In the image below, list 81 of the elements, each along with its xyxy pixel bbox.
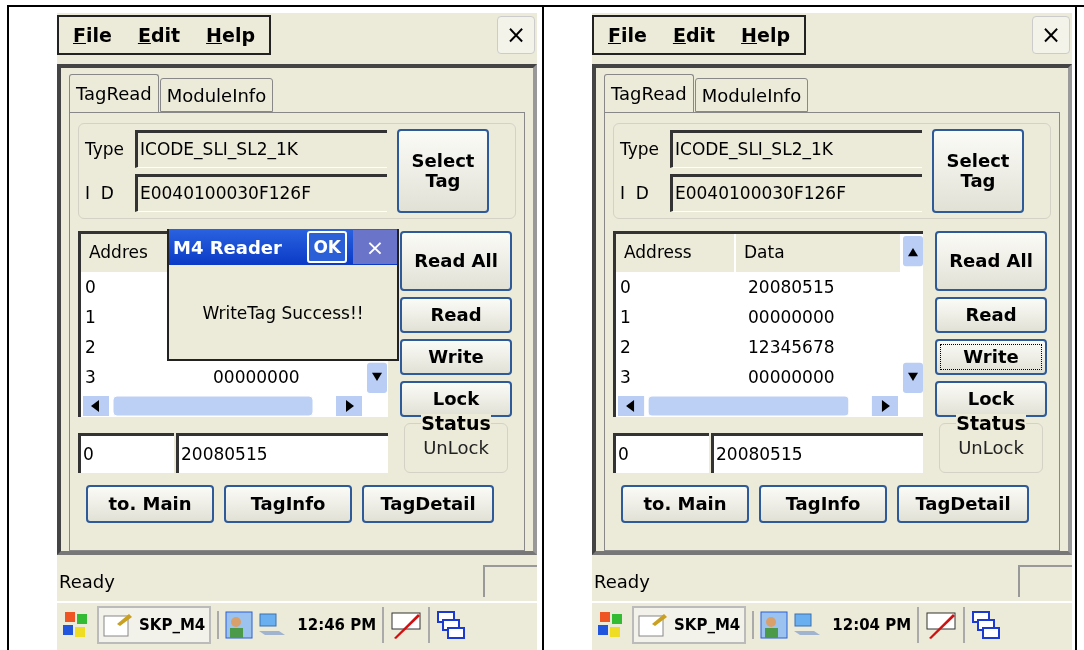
status-text: Ready: [593, 570, 650, 592]
menu-item[interactable]: File: [73, 24, 112, 46]
action-button[interactable]: Read: [935, 297, 1047, 333]
input-panel-button[interactable]: [382, 607, 423, 643]
app-icon: [638, 612, 668, 638]
status-value: UnLock: [423, 437, 489, 458]
nav-button[interactable]: TagInfo: [224, 485, 352, 523]
status-panel: [483, 565, 537, 597]
status-title: Status: [956, 414, 1026, 433]
table-cell-text: 3: [619, 367, 632, 387]
menu-item[interactable]: Edit: [137, 24, 181, 46]
status-panel: [1018, 565, 1072, 597]
action-button[interactable]: Lock: [935, 381, 1047, 417]
table-cell-text: 00000000: [747, 307, 836, 327]
windows-switch-button[interactable]: [428, 607, 467, 643]
address-field[interactable]: 0: [613, 433, 709, 473]
data-field[interactable]: 20080515: [711, 433, 923, 473]
close-button[interactable]: ×: [1032, 16, 1070, 54]
action-button[interactable]: Write: [400, 339, 512, 375]
tab[interactable]: ModuleInfo: [159, 78, 274, 112]
id-field[interactable]: E0040100030F126F: [135, 174, 387, 212]
clock[interactable]: 12:04 PM: [832, 616, 912, 634]
address-field[interactable]: 0: [78, 433, 174, 473]
table-cell-text: 00000000: [747, 367, 836, 387]
dialog-close-button[interactable]: ×: [353, 230, 397, 264]
type-field[interactable]: ICODE_SLI_SL2_1K: [135, 130, 387, 168]
menu-item[interactable]: Help: [206, 24, 255, 46]
ok-button[interactable]: OK: [307, 231, 347, 263]
taskbar-app-button[interactable]: SKP_M4: [97, 606, 212, 644]
stacked-windows-icon: [436, 610, 467, 640]
person-icon[interactable]: [760, 611, 789, 639]
table-cell-text: 3: [84, 367, 97, 387]
id-field[interactable]: E0040100030F126F: [670, 174, 922, 212]
status-title: Status: [421, 414, 491, 433]
select-tag-button[interactable]: Select Tag: [397, 129, 489, 213]
nav-button[interactable]: to. Main: [86, 485, 214, 523]
action-button[interactable]: Read All: [400, 231, 512, 291]
dialog-message: WriteTag Success!!: [202, 303, 364, 323]
column-header[interactable]: Address: [616, 234, 736, 272]
table-cell-text: 00000000: [212, 367, 301, 387]
windows-switch-button[interactable]: [963, 607, 1002, 643]
type-field[interactable]: ICODE_SLI_SL2_1K: [670, 130, 922, 168]
table-cell-text: 0: [619, 277, 632, 297]
table-cell-text: 2: [619, 337, 632, 357]
status-value: UnLock: [958, 437, 1024, 458]
id-label: I D: [620, 183, 650, 203]
table-cell-text: 1: [619, 307, 632, 327]
taskbar-app-button[interactable]: SKP_M4: [632, 606, 747, 644]
menu-item[interactable]: File: [608, 24, 647, 46]
action-button[interactable]: Lock: [400, 381, 512, 417]
nav-button[interactable]: TagDetail: [897, 485, 1029, 523]
table-cell-text: 2: [84, 337, 97, 357]
vertical-scrollbar[interactable]: [902, 234, 924, 395]
nav-button[interactable]: TagInfo: [759, 485, 887, 523]
tab[interactable]: TagRead: [604, 74, 694, 112]
input-panel-button[interactable]: [917, 607, 958, 643]
table-cell-text: 0: [84, 277, 97, 297]
data-field[interactable]: 20080515: [176, 433, 388, 473]
app-icon: [103, 612, 133, 638]
type-label: Type: [620, 139, 661, 159]
type-label: Type: [85, 139, 126, 159]
close-button[interactable]: ×: [497, 16, 535, 54]
table-cell-text: 20080515: [747, 277, 836, 297]
action-button[interactable]: Read: [400, 297, 512, 333]
nav-button[interactable]: TagDetail: [362, 485, 494, 523]
action-button[interactable]: Write: [935, 339, 1047, 375]
person-icon[interactable]: [225, 611, 254, 639]
table-cell-text: 12345678: [747, 337, 836, 357]
pen-icon: [390, 610, 423, 640]
tab[interactable]: ModuleInfo: [694, 78, 809, 112]
stacked-windows-icon: [971, 610, 1002, 640]
id-label: I D: [85, 183, 115, 203]
pen-icon: [925, 610, 958, 640]
tab[interactable]: TagRead: [69, 74, 159, 112]
menu-item[interactable]: Help: [741, 24, 790, 46]
nav-button[interactable]: to. Main: [621, 485, 749, 523]
status-text: Ready: [58, 570, 115, 592]
action-button[interactable]: Read All: [935, 231, 1047, 291]
select-tag-button[interactable]: Select Tag: [932, 129, 1024, 213]
clock[interactable]: 12:46 PM: [297, 616, 377, 634]
menu-item[interactable]: Edit: [672, 24, 716, 46]
